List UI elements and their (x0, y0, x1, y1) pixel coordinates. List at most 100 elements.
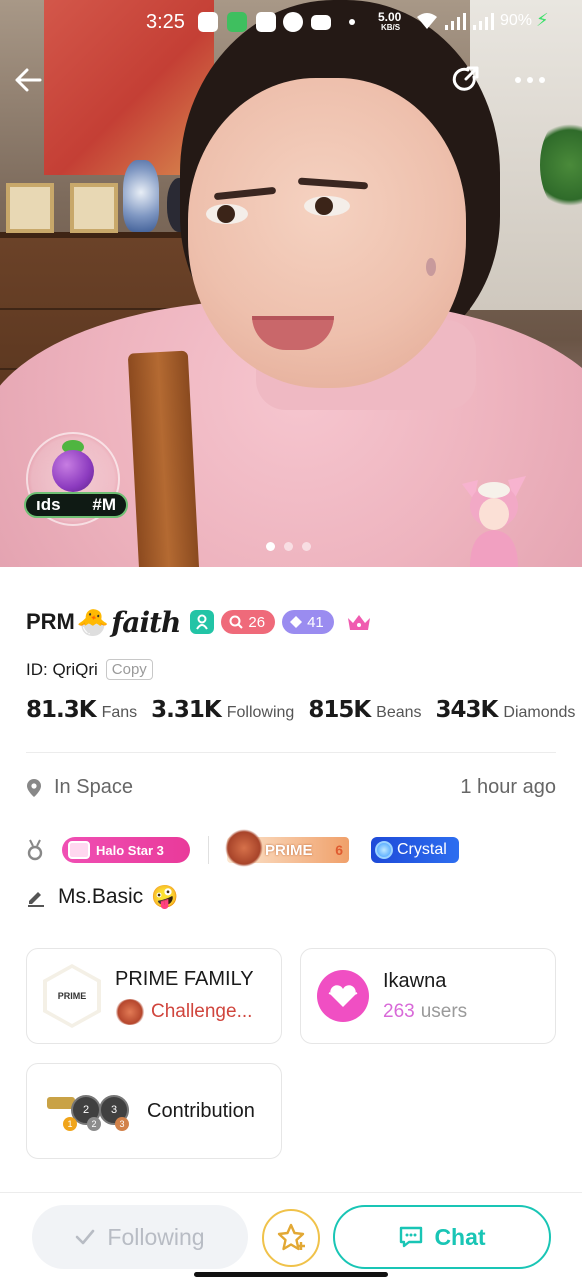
bio-text: Ms.Basic (58, 885, 144, 908)
carousel-dot (284, 542, 293, 551)
prime-badge-label: PRIME (265, 841, 313, 859)
status-time: 3:25 (146, 11, 185, 33)
family-rank: Challenge... (151, 1000, 253, 1022)
bio-row: Ms.Basic 🤪 (26, 884, 179, 910)
more-icon (515, 77, 545, 83)
diamonds-label: Diamonds (503, 704, 576, 721)
halo-star-badge[interactable]: Halo Star 3 (62, 837, 190, 863)
net-speed-unit: KB/S (381, 23, 401, 32)
group-card[interactable]: Ikawna 263 users (300, 948, 556, 1044)
contribution-medals-icon: 2 3 1 2 3 (43, 1089, 135, 1133)
fans-count[interactable]: 81.3K (26, 697, 97, 723)
battery-percent: 90% (500, 12, 533, 29)
following-label[interactable]: Following (227, 704, 295, 722)
medals-row: Halo Star 3 PRIME 6 Crystal (26, 829, 556, 867)
chat-button[interactable]: Chat (333, 1205, 551, 1269)
beans-label: Beans (376, 704, 422, 721)
facebook-icon (283, 12, 303, 32)
gamepad-icon (256, 12, 276, 32)
photo-frame (70, 183, 118, 233)
share-icon (452, 66, 479, 91)
group-member-unit: users (420, 1000, 468, 1022)
event-tag-left: ıds (36, 495, 61, 514)
contribution-card[interactable]: 2 3 1 2 3 Contribution (26, 1063, 282, 1159)
signal-icon (445, 13, 466, 30)
diamond-icon (290, 616, 303, 628)
charm-level-value: 41 (307, 613, 324, 631)
wealth-level-badge[interactable]: 26 (221, 610, 276, 634)
crystal-badge[interactable]: Crystal (371, 837, 459, 863)
user-id: ID: QriQri (26, 659, 98, 679)
family-name: PRIME FAMILY (115, 967, 254, 990)
photo-frame (6, 183, 54, 233)
chick-emoji: 🐣 (76, 606, 110, 637)
wealth-level-icon (229, 615, 244, 629)
wealth-level-value: 26 (248, 613, 266, 631)
bottom-action-bar: Following Chat (0, 1192, 582, 1280)
following-button-label: Following (107, 1223, 205, 1250)
event-tag[interactable]: ıds #M (24, 492, 128, 518)
add-favorite-button[interactable] (262, 1209, 320, 1267)
back-arrow-icon (15, 68, 42, 92)
family-logo-text: PRIME (47, 968, 97, 1024)
check-icon (76, 1229, 95, 1245)
carousel-indicator (266, 542, 311, 551)
chat-bubble-icon (400, 1226, 423, 1248)
profile-name-prefix: PRM (26, 609, 75, 634)
eye (304, 196, 350, 216)
charm-level-badge[interactable]: 41 (282, 610, 334, 634)
profile-name-script: faith (111, 605, 181, 639)
family-logo: PRIME (43, 964, 101, 1028)
earring (426, 258, 436, 276)
profile-name-row: PRM 🐣 faith 26 41 (26, 602, 372, 642)
location-row: In Space 1 hour ago (26, 776, 556, 799)
family-card[interactable]: PRIME PRIME FAMILY Challenge... (26, 948, 282, 1044)
person-face (188, 78, 466, 388)
share-button[interactable] (448, 62, 484, 98)
location-pin-icon (27, 778, 41, 797)
following-button[interactable]: Following (32, 1205, 248, 1269)
pen-icon (28, 892, 44, 907)
star-plus-icon (277, 1223, 305, 1251)
net-speed-value: 5.00 (378, 10, 402, 24)
carousel-dot (302, 542, 311, 551)
contribution-title: Contribution (147, 1099, 255, 1122)
prime-family-badge[interactable]: PRIME 6 (225, 829, 349, 867)
location-text: In Space (54, 776, 133, 798)
back-button[interactable] (10, 62, 46, 98)
profile-photo-carousel[interactable]: 3:25 5.00 KB/S 90% ⚡ ıds #M (0, 0, 582, 567)
prime-badge-level: 6 (335, 842, 343, 858)
event-tag-right: #M (92, 495, 116, 514)
medal-icon (27, 839, 43, 861)
gender-badge-icon[interactable] (190, 610, 215, 634)
profile-stats: 81.3K Fans 3.31K Following 815K Beans 34… (26, 697, 582, 723)
beans-count: 815K (308, 697, 371, 723)
home-indicator[interactable] (194, 1272, 388, 1277)
bio-emoji: 🤪 (151, 884, 179, 909)
copy-id-button[interactable]: Copy (105, 659, 153, 680)
group-name: Ikawna (383, 969, 447, 992)
youtube-icon (311, 15, 331, 30)
following-count[interactable]: 3.31K (151, 697, 222, 723)
chat-button-label: Chat (434, 1223, 486, 1250)
carousel-dot-active (266, 542, 275, 551)
group-member-count: 263 (383, 1000, 415, 1022)
bag-strap (127, 350, 201, 567)
laurel-icon (115, 998, 145, 1025)
virtual-avatar-icon[interactable] (456, 470, 532, 567)
crystal-gem-icon (375, 841, 393, 859)
laurel-icon (225, 829, 263, 867)
dot-icon (349, 19, 355, 25)
app-notification-icon (198, 12, 218, 32)
last-active-time: 1 hour ago (460, 776, 556, 798)
status-bar: 3:25 5.00 KB/S 90% ⚡ (0, 0, 582, 44)
user-id-row: ID: QriQri Copy (26, 659, 153, 680)
diamonds-count: 343K (435, 697, 499, 723)
halo-gem-icon (68, 841, 90, 859)
crystal-badge-label: Crystal (397, 841, 447, 858)
medal-separator (208, 836, 209, 864)
eye (206, 204, 248, 224)
fans-label[interactable]: Fans (102, 704, 138, 722)
more-options-button[interactable] (512, 62, 548, 98)
crown-icon[interactable] (346, 612, 372, 632)
